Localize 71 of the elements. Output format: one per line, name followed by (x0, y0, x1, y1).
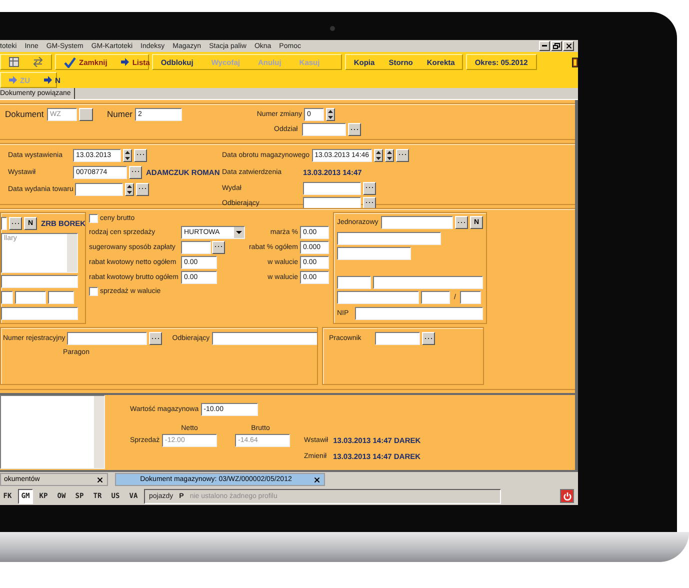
minimize-icon (542, 45, 547, 47)
lookup-button[interactable] (149, 332, 162, 345)
close-icon[interactable] (96, 476, 104, 484)
input-field[interactable] (460, 291, 481, 304)
input-field[interactable] (1, 217, 7, 230)
spinner-button[interactable] (123, 148, 132, 162)
lookup-button[interactable] (348, 123, 361, 136)
input-field[interactable] (337, 291, 419, 304)
power-icon (562, 492, 572, 500)
up-down-arrows-icon (327, 109, 334, 120)
lookup-button[interactable] (455, 216, 468, 230)
lookup-button[interactable] (422, 332, 435, 345)
camera-icon (330, 26, 335, 31)
table-icon[interactable] (9, 57, 19, 67)
lookup-button[interactable] (363, 182, 376, 194)
input-field[interactable] (15, 291, 46, 304)
arrow-right-icon (121, 58, 130, 66)
up-down-arrows-icon (386, 150, 393, 160)
arrow-right-icon (44, 76, 52, 84)
input-field[interactable] (381, 216, 453, 230)
lookup-button[interactable] (396, 148, 409, 162)
field-label: Numer (107, 110, 133, 119)
input-field[interactable] (75, 182, 124, 196)
scrollbar (67, 234, 77, 272)
minimize-button[interactable] (539, 41, 550, 51)
spinner-button[interactable] (384, 148, 394, 162)
lookup-button[interactable] (79, 108, 93, 121)
input-field[interactable] (337, 276, 371, 289)
up-down-arrows-icon (126, 184, 134, 194)
lookup-button[interactable] (134, 148, 147, 162)
close-icon[interactable] (313, 476, 321, 484)
input-field[interactable] (212, 332, 317, 345)
restore-button[interactable] (551, 41, 562, 51)
input-field[interactable] (337, 246, 411, 260)
lookup-button[interactable] (212, 240, 225, 254)
spinner-button[interactable] (125, 182, 134, 196)
lookup-button[interactable] (136, 182, 150, 196)
scrollbar (94, 396, 104, 468)
input-field[interactable] (421, 291, 450, 304)
close-button[interactable] (563, 41, 574, 51)
lookup-button[interactable] (9, 217, 22, 230)
input-field[interactable] (1, 291, 13, 304)
close-icon (564, 42, 572, 50)
input-field[interactable] (303, 182, 361, 194)
input-field[interactable] (1, 307, 78, 320)
lookup-button[interactable] (129, 166, 142, 178)
input-field[interactable] (1, 275, 78, 288)
up-down-arrows-icon (124, 150, 131, 160)
input-field[interactable] (337, 232, 441, 245)
input-field[interactable] (303, 196, 361, 210)
restore-icon (553, 43, 560, 49)
arrow-right-icon (9, 76, 17, 84)
lookup-button[interactable] (363, 196, 376, 210)
spinner-button[interactable] (326, 108, 335, 121)
input-field[interactable] (355, 306, 483, 320)
input-field[interactable] (48, 291, 74, 304)
input-field[interactable] (375, 332, 420, 345)
memo-field[interactable] (0, 395, 105, 469)
spinner-button[interactable] (374, 148, 383, 162)
input-field[interactable] (181, 240, 211, 254)
field-label: Dokument (5, 110, 45, 119)
checkbox[interactable] (89, 214, 98, 222)
power-button[interactable] (560, 489, 574, 503)
checkmark-icon (64, 56, 76, 68)
input-field[interactable] (373, 276, 483, 289)
checkbox[interactable] (89, 286, 98, 296)
door-icon[interactable] (572, 56, 578, 68)
input-field[interactable] (302, 123, 346, 136)
up-down-arrows-icon (374, 150, 382, 160)
input-field[interactable] (67, 332, 148, 345)
swap-arrows-icon[interactable] (33, 57, 43, 67)
